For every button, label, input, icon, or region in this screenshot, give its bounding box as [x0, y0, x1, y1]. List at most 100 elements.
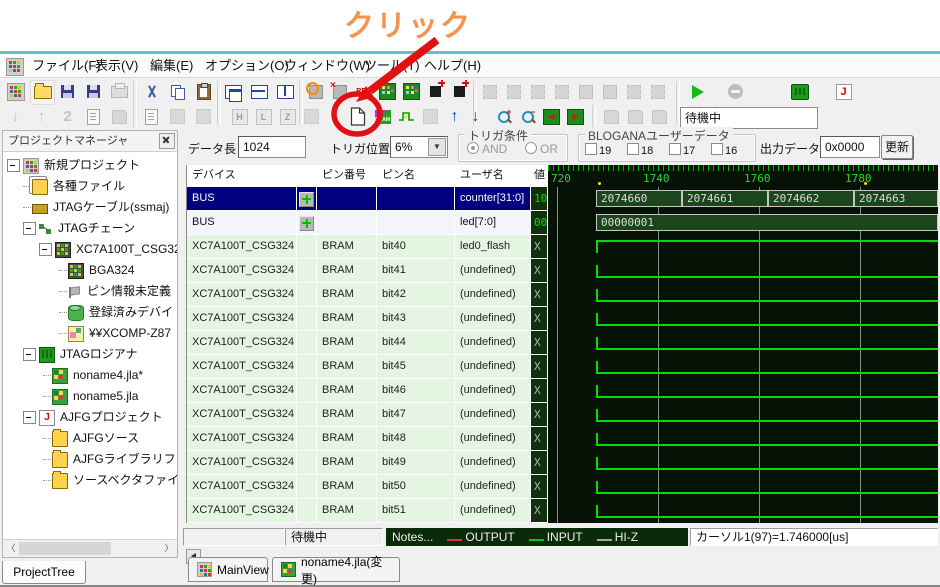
project-manager-button[interactable]	[4, 80, 27, 103]
tree-item-new-project[interactable]: 新規プロジェクト	[3, 155, 177, 176]
chevron-down-icon[interactable]: ▼	[428, 138, 446, 156]
zoom-in-button[interactable]: +	[492, 105, 515, 128]
stamp-3-button[interactable]	[648, 105, 671, 128]
expand-bus-button[interactable]	[299, 192, 314, 207]
collapse-icon[interactable]	[23, 348, 36, 361]
table-row[interactable]: XC7A100T_CSG324 BRAM bit51 (undefined) X	[187, 499, 548, 523]
menu-help[interactable]: ヘルプ(H)	[420, 57, 485, 74]
menu-view[interactable]: 表示(V)	[91, 57, 142, 74]
tool-b-button[interactable]	[192, 105, 215, 128]
table-row[interactable]: XC7A100T_CSG324 BRAM bit42 (undefined) X	[187, 283, 548, 307]
device-tool-6-button[interactable]	[598, 80, 621, 103]
user-data-bit16-checkbox[interactable]: 16	[711, 143, 737, 157]
close-panel-button[interactable]	[159, 133, 175, 149]
tile-horizontal-button[interactable]	[248, 80, 271, 103]
output-data-input[interactable]: 0x0000	[820, 136, 880, 158]
trigger-position-select[interactable]: 6% ▼	[390, 136, 448, 158]
user-data-bit17-checkbox[interactable]: 17	[669, 143, 695, 157]
tab-noname4[interactable]: noname4.jla(変更)	[272, 557, 400, 582]
tile-vertical-button[interactable]	[274, 80, 297, 103]
register-list-button[interactable]	[140, 105, 163, 128]
column-value[interactable]: 値	[531, 165, 548, 187]
update-button[interactable]: 更新	[881, 135, 913, 159]
logana-window-button[interactable]	[788, 80, 811, 103]
tree-item-xcomp[interactable]: ¥¥XCOMP-Z87	[3, 323, 177, 344]
save-button[interactable]	[56, 80, 79, 103]
menu-options[interactable]: オプション(O)	[201, 57, 293, 74]
save-all-button[interactable]	[82, 80, 105, 103]
download-button[interactable]: ↓	[4, 105, 27, 128]
tab-mainview[interactable]: MainView	[188, 557, 268, 582]
tree-item-registered-device[interactable]: 登録済みデバイ	[3, 302, 177, 323]
tree-item-files[interactable]: 各種ファイル	[3, 176, 177, 197]
disconnect-cable-button[interactable]: ×	[328, 80, 351, 103]
user-data-bit19-checkbox[interactable]: 19	[585, 143, 611, 157]
scrollbar-thumb[interactable]	[19, 542, 111, 555]
table-row[interactable]: XC7A100T_CSG324 BRAM bit49 (undefined) X	[187, 451, 548, 475]
collapse-icon[interactable]	[39, 243, 52, 256]
table-row[interactable]: XC7A100T_CSG324 BRAM bit48 (undefined) X	[187, 427, 548, 451]
tree-item-noname4[interactable]: noname4.jla*	[3, 365, 177, 386]
table-row[interactable]: BUS counter[31:0] 10	[187, 187, 548, 211]
trigger-and-radio[interactable]: AND	[467, 142, 507, 156]
copy-button[interactable]	[166, 80, 189, 103]
waveform-settings-button[interactable]	[395, 105, 418, 128]
paste-button[interactable]	[192, 80, 215, 103]
program-file-button[interactable]	[82, 105, 105, 128]
table-row[interactable]: XC7A100T_CSG324 BRAM bit43 (undefined) X	[187, 307, 548, 331]
table-row[interactable]: XC7A100T_CSG324 BRAM bit45 (undefined) X	[187, 355, 548, 379]
user-data-bit18-checkbox[interactable]: 18	[627, 143, 653, 157]
tree-item-ajfg-library[interactable]: AJFGライブラリファイ	[3, 449, 177, 470]
tree-item-jtag-chain[interactable]: JTAGチェーン	[3, 218, 177, 239]
tool-a-button[interactable]	[166, 105, 189, 128]
device-tool-2-button[interactable]	[502, 80, 525, 103]
stamp-1-button[interactable]	[600, 105, 623, 128]
tree-item-device[interactable]: XC7A100T_CSG324	[3, 239, 177, 260]
notes-label[interactable]: Notes...	[392, 529, 433, 545]
device-tool-4-button[interactable]	[550, 80, 573, 103]
menu-edit[interactable]: 編集(E)	[146, 57, 197, 74]
tree-item-source-vector[interactable]: ソースベクタファイル	[3, 470, 177, 491]
column-device[interactable]: デバイス	[187, 165, 297, 187]
stop-capture-button[interactable]	[724, 80, 747, 103]
device-tool-5-button[interactable]	[574, 80, 597, 103]
goto-trigger-button[interactable]: ◀	[540, 105, 563, 128]
stamp-2-button[interactable]	[624, 105, 647, 128]
column-user-name[interactable]: ユーザ名	[455, 165, 531, 187]
cascade-windows-button[interactable]	[222, 80, 245, 103]
tree-item-ajfg-source[interactable]: AJFGソース	[3, 428, 177, 449]
open-file-button[interactable]	[30, 80, 55, 105]
tree-item-noname5[interactable]: noname5.jla	[3, 386, 177, 407]
data-length-input[interactable]: 1024	[238, 136, 306, 158]
column-pin-number[interactable]: ピン番号	[317, 165, 377, 187]
upload-button[interactable]: ↑	[30, 105, 53, 128]
verify-button[interactable]: 2	[56, 105, 79, 128]
set-hiz-button[interactable]: Z	[276, 105, 299, 128]
add-watch-button[interactable]	[424, 80, 447, 103]
collapse-icon[interactable]	[7, 159, 20, 172]
tree-horizontal-scrollbar[interactable]: 〈 〉	[3, 539, 177, 557]
device-tool-8-button[interactable]	[646, 80, 669, 103]
collapse-icon[interactable]	[23, 222, 36, 235]
expand-bus-button[interactable]	[299, 216, 314, 231]
device-query-button[interactable]	[400, 80, 423, 103]
menu-tools[interactable]: ツール(T)	[360, 57, 424, 74]
cut-button[interactable]	[140, 80, 163, 103]
column-pin-name[interactable]: ピン名	[377, 165, 455, 187]
trigger-or-radio[interactable]: OR	[525, 142, 558, 156]
tree-item-pin-undefined[interactable]: ピン情報未定義	[3, 281, 177, 302]
set-high-button[interactable]: H	[228, 105, 251, 128]
table-row[interactable]: XC7A100T_CSG324 BRAM bit46 (undefined) X	[187, 379, 548, 403]
ajfg-window-button[interactable]: J	[832, 80, 855, 103]
table-row[interactable]: XC7A100T_CSG324 BRAM bit40 led0_flash X	[187, 235, 548, 259]
tab-project-tree[interactable]: ProjectTree	[2, 561, 86, 584]
move-signal-up-button[interactable]: ↑	[443, 105, 466, 128]
new-waveform-button[interactable]	[346, 105, 369, 128]
table-row[interactable]: BUS led[7:0] 00	[187, 211, 548, 235]
boundary-scan-button[interactable]	[376, 80, 399, 103]
collapse-icon[interactable]	[23, 411, 36, 424]
run-capture-button[interactable]	[686, 80, 709, 103]
set-low-button[interactable]: L	[252, 105, 275, 128]
table-row[interactable]: XC7A100T_CSG324 BRAM bit44 (undefined) X	[187, 331, 548, 355]
device-tool-7-button[interactable]	[622, 80, 645, 103]
